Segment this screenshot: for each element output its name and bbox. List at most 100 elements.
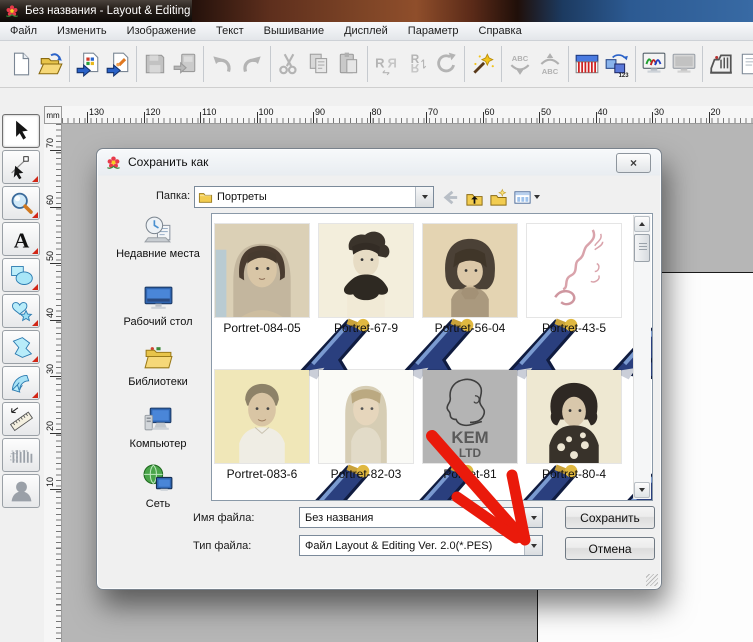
file-item[interactable]: [215, 370, 309, 463]
menu-item[interactable]: Изображение: [117, 22, 206, 40]
filename-dropdown-button[interactable]: [524, 508, 542, 527]
machine-overlay-icon: [601, 444, 625, 466]
menu-item[interactable]: Текст: [206, 22, 254, 40]
triangle-down-icon: [639, 488, 645, 492]
save-button[interactable]: Сохранить: [565, 506, 655, 529]
dialog-flower-icon: [106, 155, 121, 170]
filename-value: Без названия: [305, 512, 373, 524]
manual-stitch-tool-button[interactable]: [2, 438, 40, 472]
new-folder-button[interactable]: [487, 186, 509, 208]
menu-item[interactable]: Справка: [469, 22, 532, 40]
desktop-icon: [142, 281, 175, 314]
ruler-label: 60: [485, 107, 495, 117]
stitch-simulator-icon[interactable]: [640, 50, 668, 78]
manual-stitch-tool-icon: [8, 442, 35, 469]
file-label: Portret-084-05: [211, 321, 314, 335]
menu-item[interactable]: Дисплей: [334, 22, 398, 40]
ruler-label: 80: [372, 107, 382, 117]
titlebar[interactable]: Без названия - Layout & Editing: [0, 0, 192, 22]
menu-bar: ФайлИзменитьИзображениеТекстВышиваниеДис…: [0, 22, 753, 41]
fancy-shapes-tool-button[interactable]: [2, 294, 40, 328]
window-title: Без названия - Layout & Editing: [25, 5, 190, 17]
place-computer[interactable]: Компьютер: [107, 403, 209, 451]
dialog-close-button[interactable]: ×: [616, 153, 651, 173]
folder-icon: [198, 190, 213, 204]
cancel-button[interactable]: Отмена: [565, 537, 655, 560]
scroll-up-button[interactable]: [634, 216, 650, 232]
outline-tool-button[interactable]: [2, 330, 40, 364]
folder-label: Папка:: [156, 190, 190, 202]
ruler-label: 30: [45, 362, 55, 376]
dialog-title: Сохранить как: [128, 155, 208, 169]
up-one-level-button[interactable]: [463, 186, 485, 208]
ruler-label: 30: [654, 107, 664, 117]
text-tool-button[interactable]: A: [2, 222, 40, 256]
file-item[interactable]: [527, 370, 621, 463]
ruler-label: 50: [541, 107, 551, 117]
ruler-unit-box: mm: [44, 106, 62, 124]
fancy-shapes-tool-icon: [8, 298, 35, 325]
point-edit-tool-button[interactable]: [2, 150, 40, 184]
thread-chart-icon[interactable]: [573, 50, 601, 78]
scroll-down-button[interactable]: [634, 482, 650, 498]
place-libraries[interactable]: Библиотеки: [107, 341, 209, 389]
select-tool-button[interactable]: [2, 114, 40, 148]
import-design-icon[interactable]: [74, 50, 102, 78]
measure-tool-button[interactable]: [2, 402, 40, 436]
dialog-titlebar[interactable]: Сохранить как: [97, 149, 661, 175]
place-label: Недавние места: [116, 248, 200, 261]
sewing-order-icon[interactable]: 123: [603, 50, 631, 78]
ruler-label: 120: [146, 107, 161, 117]
filetype-dropdown-button[interactable]: [524, 536, 542, 555]
views-button[interactable]: [511, 186, 541, 208]
place-network[interactable]: Сеть: [107, 463, 209, 511]
tool-palette: A: [2, 114, 42, 510]
machine-overlay-icon: [393, 298, 417, 320]
folder-value: Портреты: [217, 191, 267, 203]
svg-text:R: R: [411, 61, 420, 75]
machine-overlay-icon: [497, 444, 521, 466]
scrollbar-thumb[interactable]: [634, 234, 650, 262]
back-button[interactable]: [439, 186, 461, 208]
zoom-tool-button[interactable]: [2, 186, 40, 220]
file-list[interactable]: Portret-084-05Portret-67-9Portret-56-04P…: [211, 213, 653, 501]
new-design-icon[interactable]: [7, 50, 35, 78]
app-window: Без названия - Layout & Editing ФайлИзме…: [0, 0, 753, 642]
file-item[interactable]: [527, 224, 621, 317]
file-item[interactable]: KEMLTD: [423, 370, 517, 463]
file-label: Portret-80-4: [522, 467, 626, 481]
folder-combobox[interactable]: Портреты: [194, 186, 434, 208]
scrollbar[interactable]: [633, 215, 651, 499]
file-item[interactable]: [423, 224, 517, 317]
menu-item[interactable]: Изменить: [47, 22, 117, 40]
file-item[interactable]: [215, 224, 309, 317]
sewing-machine-icon[interactable]: [707, 50, 735, 78]
save-as-dialog: Сохранить как × Папка: Портреты Недавние…: [96, 148, 662, 590]
file-label: Portret-56-04: [418, 321, 522, 335]
menu-item[interactable]: Вышивание: [254, 22, 334, 40]
undo-icon: [208, 50, 236, 78]
clipped-page-icon[interactable]: [737, 50, 753, 78]
filetype-value: Файл Layout & Editing Ver. 2.0(*.PES): [305, 540, 492, 552]
place-desktop[interactable]: Рабочий стол: [107, 281, 209, 329]
import-image-icon[interactable]: [104, 50, 132, 78]
ruler-label: 40: [45, 306, 55, 320]
file-item[interactable]: [319, 370, 413, 463]
fan-shape-tool-button[interactable]: [2, 366, 40, 400]
menu-item[interactable]: Параметр: [398, 22, 469, 40]
menu-item[interactable]: Файл: [0, 22, 47, 40]
open-design-icon[interactable]: [37, 50, 65, 78]
portrait-tool-button[interactable]: [2, 474, 40, 508]
basic-shapes-tool-button[interactable]: [2, 258, 40, 292]
filename-combobox[interactable]: Без названия: [299, 507, 543, 528]
magic-wand-icon[interactable]: [469, 50, 497, 78]
place-recent-places[interactable]: Недавние места: [107, 213, 209, 261]
portrait-tool-icon: [8, 478, 35, 505]
file-item[interactable]: [319, 224, 413, 317]
rotate-icon: [432, 50, 460, 78]
resize-grip[interactable]: [646, 574, 658, 586]
redo-icon: [238, 50, 266, 78]
folder-dropdown-button[interactable]: [415, 187, 433, 207]
recent-places-icon: [142, 213, 175, 246]
filetype-combobox[interactable]: Файл Layout & Editing Ver. 2.0(*.PES): [299, 535, 543, 556]
